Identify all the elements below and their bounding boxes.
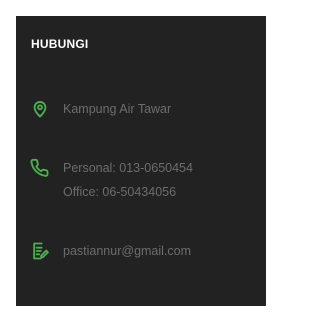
email-text[interactable]: pastiannur@gmail.com <box>63 241 191 261</box>
map-pin-icon <box>33 101 47 118</box>
phone-icon <box>30 158 49 177</box>
edit-document-icon <box>33 242 49 260</box>
contact-heading: HUBUNGI <box>31 37 89 51</box>
phone-row: Personal: 013-0650454 Office: 06-5043405… <box>30 158 193 202</box>
phone-office[interactable]: Office: 06-50434056 <box>63 182 193 202</box>
phone-lines: Personal: 013-0650454 Office: 06-5043405… <box>63 158 193 202</box>
phone-personal[interactable]: Personal: 013-0650454 <box>63 158 193 178</box>
contact-panel: HUBUNGI Kampung Air Tawar Personal: 013-… <box>16 16 266 306</box>
address-text: Kampung Air Tawar <box>63 102 172 116</box>
address-row: Kampung Air Tawar <box>30 99 171 119</box>
email-row: pastiannur@gmail.com <box>30 241 191 261</box>
